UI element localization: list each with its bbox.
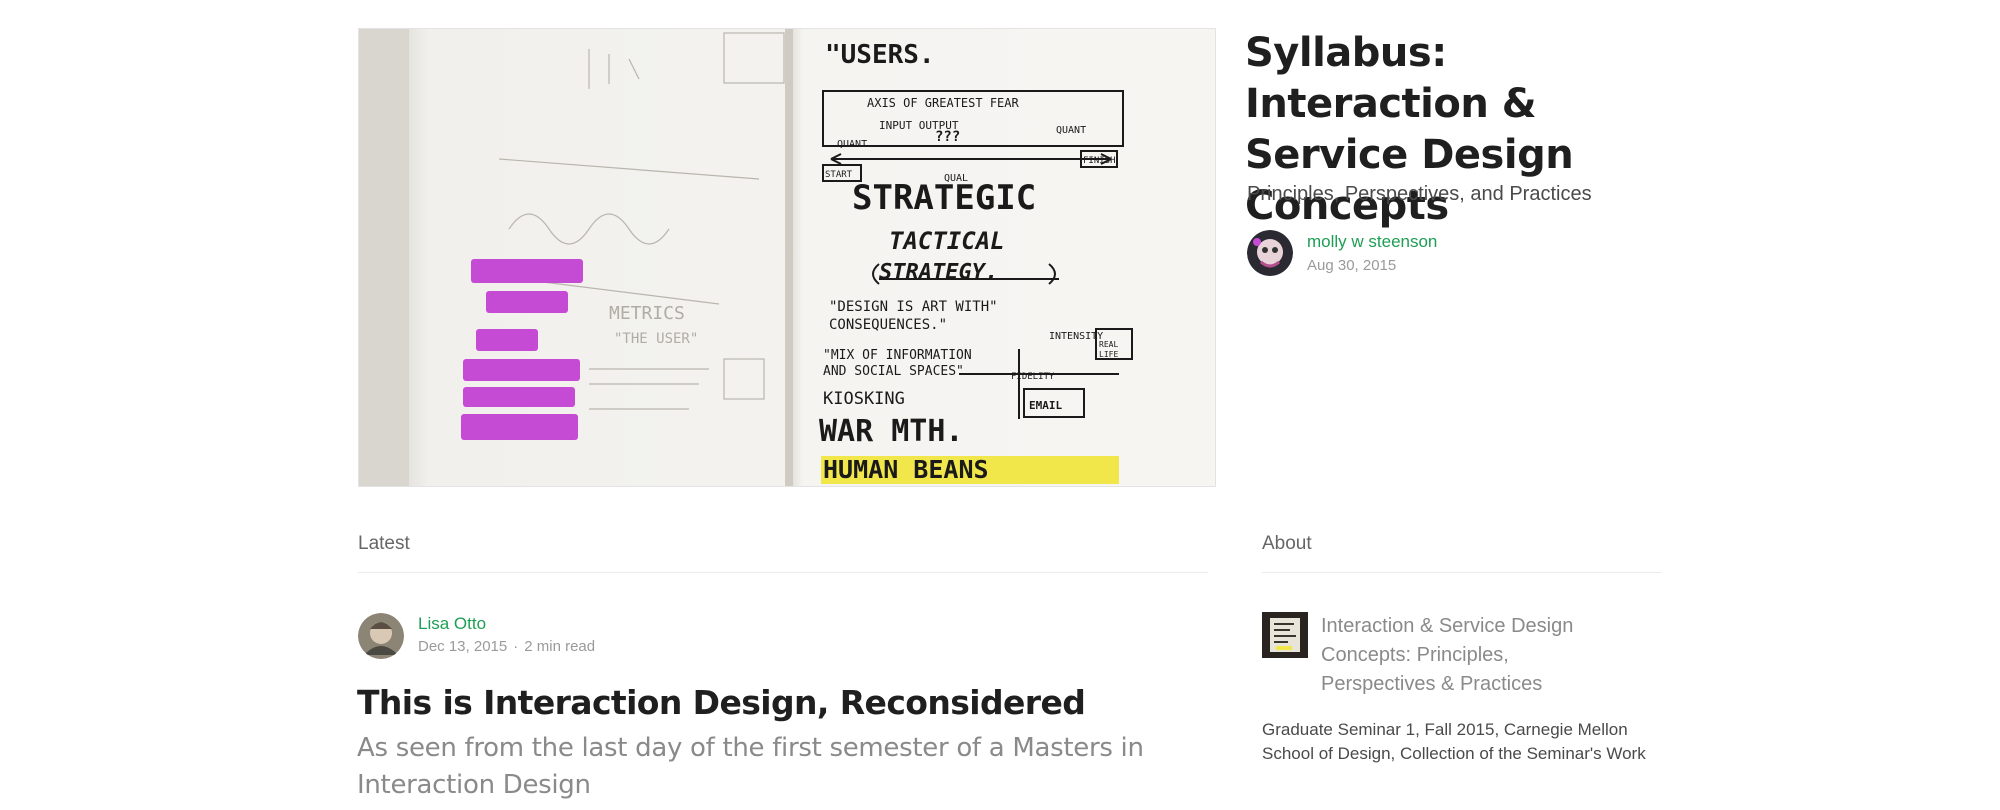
author-name-link[interactable]: molly w steenson xyxy=(1307,232,1437,252)
svg-text:QUANT: QUANT xyxy=(1056,125,1086,136)
svg-text:STRATEGY.: STRATEGY. xyxy=(879,260,998,285)
about-divider xyxy=(1262,572,1662,573)
about-description: Graduate Seminar 1, Fall 2015, Carnegie … xyxy=(1262,720,1646,763)
publication-page: "USERS. AXIS OF GREATEST FEAR INPUT OUTP… xyxy=(0,0,2000,810)
meta-separator: · xyxy=(513,638,519,655)
svg-text:FINISH: FINISH xyxy=(1083,156,1116,166)
about-publication-name[interactable]: Interaction & Service Design Concepts: P… xyxy=(1321,612,1621,699)
publication-subtitle: Principles, Perspectives, and Practices xyxy=(1247,183,1592,205)
svg-text:"DESIGN IS ART WITH": "DESIGN IS ART WITH" xyxy=(829,299,998,315)
svg-text:"MIX OF INFORMATION: "MIX OF INFORMATION xyxy=(823,348,972,363)
svg-text:CONSEQUENCES.": CONSEQUENCES." xyxy=(829,317,947,333)
hero-image[interactable]: "USERS. AXIS OF GREATEST FEAR INPUT OUTP… xyxy=(358,28,1216,487)
post-read-time: 2 min read xyxy=(524,638,596,655)
svg-text:METRICS: METRICS xyxy=(609,303,685,324)
post-title-link[interactable]: This is Interaction Design, Reconsidered xyxy=(357,683,1086,722)
publication-thumbnail[interactable] xyxy=(1262,612,1308,658)
publish-date: Aug 30, 2015 xyxy=(1307,257,1397,274)
svg-text:EMAIL: EMAIL xyxy=(1029,399,1062,412)
svg-text:LIFE: LIFE xyxy=(1099,350,1118,359)
post-meta: Dec 13, 2015 · 2 min read xyxy=(418,638,595,655)
svg-text:INTENSITY: INTENSITY xyxy=(1049,331,1103,342)
svg-text:WAR MTH.: WAR MTH. xyxy=(819,414,964,449)
svg-text:AXIS OF GREATEST FEAR: AXIS OF GREATEST FEAR xyxy=(867,96,1019,110)
section-about-heading: About xyxy=(1262,533,1312,554)
author-avatar[interactable] xyxy=(1247,230,1293,276)
svg-text:AND SOCIAL SPACES": AND SOCIAL SPACES" xyxy=(823,364,964,379)
svg-text:TACTICAL: TACTICAL xyxy=(889,227,1005,255)
latest-divider xyxy=(358,572,1208,573)
post-author-avatar[interactable] xyxy=(358,613,404,659)
svg-text:KIOSKING: KIOSKING xyxy=(823,389,905,409)
svg-text:START: START xyxy=(825,170,853,180)
svg-text:FIDELITY: FIDELITY xyxy=(1011,372,1055,382)
post-subtitle[interactable]: As seen from the last day of the first s… xyxy=(357,730,1177,804)
post-date: Dec 13, 2015 xyxy=(418,638,508,655)
svg-text:"THE USER": "THE USER" xyxy=(614,331,698,347)
svg-text:QUANT: QUANT xyxy=(837,139,867,150)
svg-text:STRATEGIC: STRATEGIC xyxy=(852,178,1036,218)
svg-text:REAL: REAL xyxy=(1099,340,1118,349)
svg-text:"USERS.: "USERS. xyxy=(825,40,935,70)
post-author-name[interactable]: Lisa Otto xyxy=(418,614,486,634)
svg-text:HUMAN BEANS: HUMAN BEANS xyxy=(823,455,989,484)
section-latest-heading: Latest xyxy=(358,533,410,554)
sketch-drawing: "USERS. AXIS OF GREATEST FEAR INPUT OUTP… xyxy=(461,29,1133,486)
svg-text:???: ??? xyxy=(935,129,960,145)
